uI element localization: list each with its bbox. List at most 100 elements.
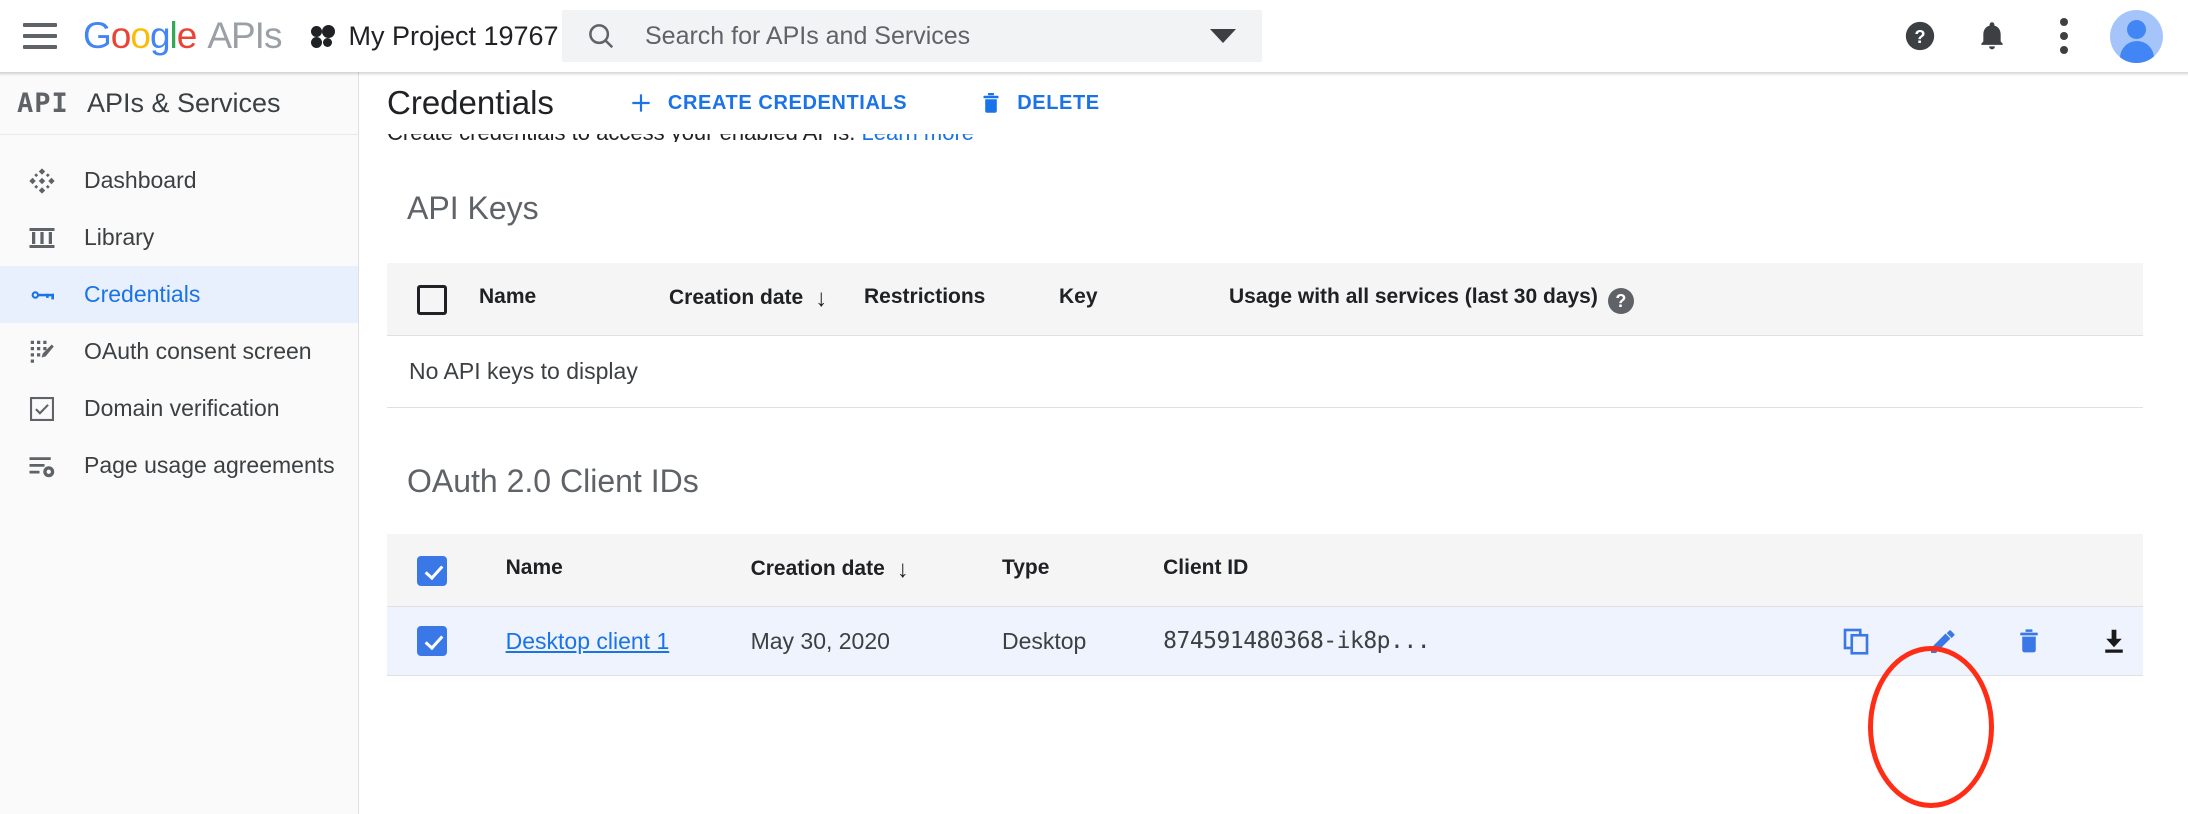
top-bar-actions: ? (1896, 0, 2188, 72)
sidebar: API APIs & Services Dashboard Library Cr… (0, 72, 359, 814)
credentials-subtitle: Create credentials to access your enable… (359, 134, 2188, 142)
row-actions-cell (1717, 606, 2144, 676)
table-row[interactable]: Desktop client 1 May 30, 2020 Desktop 87… (387, 606, 2144, 676)
library-icon (0, 223, 84, 253)
api-keys-select-all-cell (387, 263, 479, 336)
column-header-name[interactable]: Name (505, 534, 751, 607)
sidebar-nav: Dashboard Library Credentials OAuth cons… (0, 135, 358, 494)
sidebar-header: API APIs & Services (0, 72, 358, 135)
help-icon[interactable]: ? (1896, 12, 1944, 60)
delete-button[interactable]: DELETE (979, 90, 1100, 116)
svg-text:?: ? (1914, 26, 1925, 47)
sidebar-item-oauth-consent-screen[interactable]: OAuth consent screen (0, 323, 358, 380)
row-type: Desktop (1001, 606, 1164, 676)
sidebar-item-label: Dashboard (84, 167, 197, 193)
api-keys-table: Name Creation date ↓ Restrictions Key Usa… (387, 263, 2143, 408)
dashboard-icon (0, 165, 84, 197)
api-keys-empty-message: No API keys to display (387, 335, 2143, 408)
column-header-client-id[interactable]: Client ID (1163, 534, 1718, 607)
sidebar-item-dashboard[interactable]: Dashboard (0, 152, 358, 209)
subtitle-text: Create credentials to access your enable… (387, 134, 855, 142)
create-credentials-button[interactable]: CREATE CREDENTIALS (628, 90, 907, 116)
logo-letter-e: e (176, 15, 198, 56)
column-header-creation-date-label: Creation date (669, 286, 804, 309)
app-shell: API APIs & Services Dashboard Library Cr… (0, 72, 2188, 814)
column-header-key[interactable]: Key (1059, 263, 1229, 336)
agreements-icon (0, 451, 84, 481)
logo-letter-l: l (169, 15, 178, 56)
consent-screen-icon (0, 337, 84, 367)
delete-icon[interactable] (2015, 626, 2043, 656)
search-input[interactable]: Search for APIs and Services (562, 10, 1262, 62)
search-placeholder: Search for APIs and Services (645, 21, 971, 50)
page-title: Credentials (387, 84, 554, 121)
scroll-area[interactable]: Create credentials to access your enable… (359, 134, 2188, 814)
column-header-creation-date[interactable]: Creation date ↓ (750, 534, 1002, 607)
oauth-select-all-checkbox[interactable] (417, 556, 447, 586)
sidebar-item-label: Library (84, 224, 155, 250)
logo-letter-o1: o (110, 15, 132, 56)
learn-more-link[interactable]: Learn more (862, 134, 975, 142)
oauth-clients-table: Name Creation date ↓ Type Client ID Desk… (387, 534, 2143, 676)
avatar[interactable] (2110, 9, 2163, 63)
main-content: Credentials CREATE CREDENTIALS DELETE AP… (359, 72, 2188, 814)
column-header-restrictions[interactable]: Restrictions (864, 263, 1059, 336)
sidebar-item-library[interactable]: Library (0, 209, 358, 266)
sort-descending-icon: ↓ (896, 556, 909, 583)
key-icon (0, 279, 84, 311)
client-name-link[interactable]: Desktop client 1 (506, 628, 670, 654)
logo-letter-G: G (83, 15, 112, 56)
google-apis-logo[interactable]: Go o g l e APIs (83, 15, 282, 57)
table-header-row: Name Creation date ↓ Restrictions Key Usa… (387, 263, 2143, 336)
sidebar-item-credentials[interactable]: Credentials (0, 266, 358, 323)
logo-letter-o2: o (130, 15, 151, 56)
oauth-section-title: OAuth 2.0 Client IDs (407, 463, 699, 499)
api-keys-select-all-checkbox[interactable] (417, 285, 447, 315)
column-header-creation-date-label: Creation date (750, 557, 885, 580)
column-header-name[interactable]: Name (479, 263, 669, 336)
copy-icon[interactable] (1841, 626, 1871, 656)
project-name-label: My Project 19767 (348, 20, 559, 51)
create-credentials-label: CREATE CREDENTIALS (667, 91, 908, 114)
top-app-bar: Go o g l e APIs My Project 19767 Search for A… (0, 0, 2188, 72)
sidebar-item-label: Page usage agreements (84, 452, 335, 478)
api-logo: API (17, 87, 69, 119)
column-header-type[interactable]: Type (1001, 534, 1164, 607)
row-creation-date: May 30, 2020 (750, 606, 1002, 676)
oauth-select-all-cell (387, 534, 506, 607)
logo-apis-text: APIs (207, 15, 282, 56)
plus-icon (628, 90, 654, 116)
project-selector[interactable]: My Project 19767 (311, 20, 600, 52)
sidebar-item-label: Credentials (84, 281, 201, 307)
api-keys-section-title: API Keys (407, 190, 539, 226)
sidebar-item-label: Domain verification (84, 395, 280, 421)
hamburger-menu-icon[interactable] (23, 23, 57, 49)
usage-help-icon[interactable]: ? (1607, 288, 1634, 314)
table-header-row: Name Creation date ↓ Type Client ID (387, 534, 2143, 607)
edit-icon[interactable] (1927, 625, 1959, 657)
search-dropdown-icon[interactable] (1210, 29, 1236, 43)
content-header: Credentials CREATE CREDENTIALS DELETE (359, 72, 2188, 134)
column-header-actions (1717, 534, 2143, 607)
row-client-id: 874591480368-ik8p... (1163, 606, 1718, 676)
sidebar-title: APIs & Services (87, 87, 281, 118)
column-header-usage-label: Usage with all services (last 30 days) (1229, 285, 1598, 308)
row-select-cell (387, 606, 506, 676)
column-header-creation-date[interactable]: Creation date ↓ (669, 263, 864, 336)
row-name-cell: Desktop client 1 (505, 606, 751, 676)
api-keys-empty-row: No API keys to display (387, 335, 2143, 408)
row-actions (1718, 625, 2144, 657)
bell-icon[interactable] (1968, 12, 2016, 60)
search-icon (586, 21, 616, 51)
logo-letter-g: g (149, 15, 171, 56)
trash-icon (979, 90, 1003, 116)
sidebar-item-label: OAuth consent screen (84, 338, 312, 364)
sort-descending-icon: ↓ (815, 285, 828, 312)
kebab-menu-icon[interactable] (2040, 12, 2088, 60)
row-checkbox[interactable] (417, 626, 447, 656)
sidebar-item-domain-verification[interactable]: Domain verification (0, 380, 358, 437)
download-icon[interactable] (2099, 626, 2129, 656)
column-header-usage[interactable]: Usage with all services (last 30 days)? (1229, 263, 2143, 336)
project-icon (311, 23, 337, 49)
sidebar-item-page-usage-agreements[interactable]: Page usage agreements (0, 437, 358, 494)
